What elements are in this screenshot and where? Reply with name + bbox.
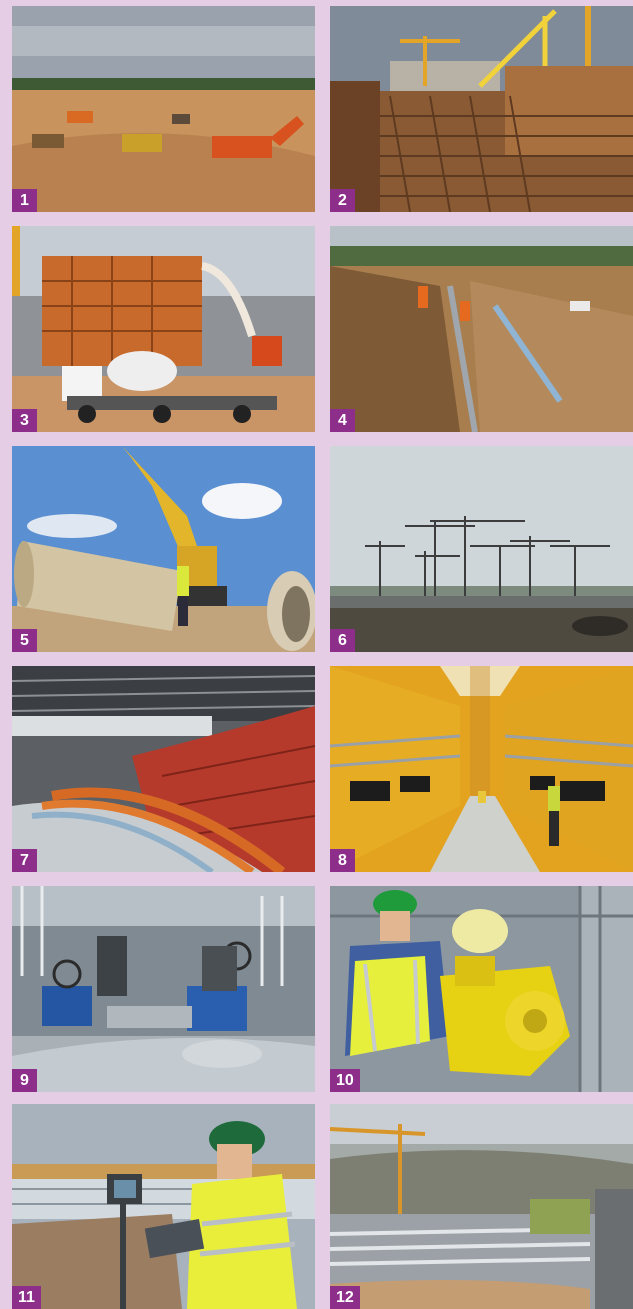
photo-cable-tray: 7 (12, 666, 315, 872)
photo-number-badge: 5 (12, 629, 37, 652)
photo-rebar: 2 (330, 6, 633, 212)
photo-cable-tray-image (12, 666, 315, 872)
photo-number-badge: 7 (12, 849, 37, 872)
photo-concrete-truck: 3 (12, 226, 315, 432)
photo-valves-image (12, 886, 315, 1092)
photo-number-badge: 11 (12, 1286, 41, 1309)
photo-worker-tablet: 11 (12, 1104, 315, 1309)
photo-crane-plant-image (330, 1104, 633, 1309)
photo-worker-pump: 10 (330, 886, 633, 1092)
photo-crane-plant: 12 (330, 1104, 633, 1309)
photo-number-badge: 4 (330, 409, 355, 432)
photo-large-pipe-image (12, 446, 315, 652)
photo-number-badge: 2 (330, 189, 355, 212)
photo-trench: 4 (330, 226, 633, 432)
photo-cranes-skyline: 6 (330, 446, 633, 652)
photo-number-badge: 8 (330, 849, 355, 872)
photo-trench-image (330, 226, 633, 432)
photo-cranes-skyline-image (330, 446, 633, 652)
photo-number-badge: 1 (12, 189, 37, 212)
photo-large-pipe: 5 (12, 446, 315, 652)
photo-number-badge: 3 (12, 409, 37, 432)
photo-number-badge: 12 (330, 1286, 360, 1309)
photo-valves: 9 (12, 886, 315, 1092)
photo-grid: 1 2 3 4 5 6 7 8 9 10 11 12 (0, 0, 633, 1309)
photo-tank-corridor: 8 (330, 666, 633, 872)
photo-number-badge: 10 (330, 1069, 360, 1092)
photo-earthworks-image (12, 6, 315, 212)
photo-number-badge: 9 (12, 1069, 37, 1092)
photo-earthworks: 1 (12, 6, 315, 212)
photo-number-badge: 6 (330, 629, 355, 652)
photo-tank-corridor-image (330, 666, 633, 872)
photo-concrete-truck-image (12, 226, 315, 432)
photo-rebar-image (330, 6, 633, 212)
photo-worker-tablet-image (12, 1104, 315, 1309)
photo-worker-pump-image (330, 886, 633, 1092)
